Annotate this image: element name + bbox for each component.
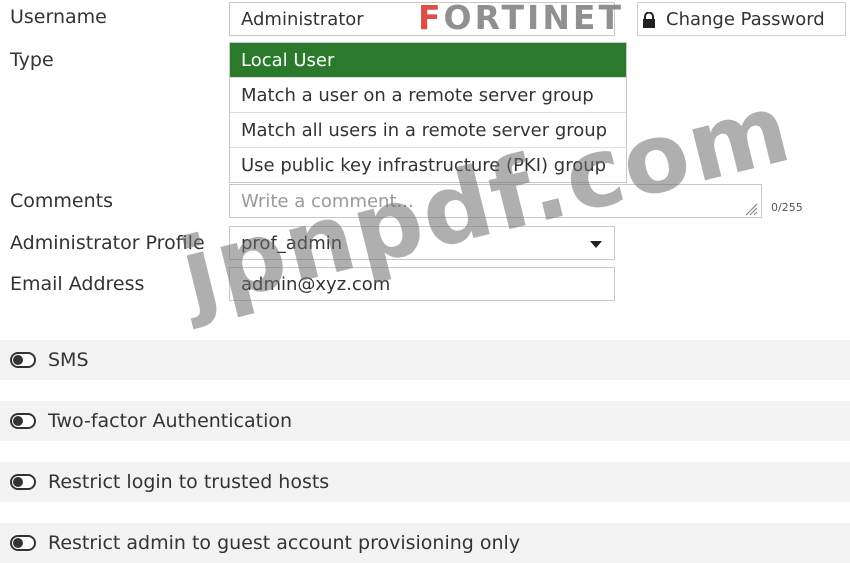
change-password-button[interactable]: Change Password bbox=[637, 2, 846, 36]
resize-grip-icon[interactable] bbox=[744, 200, 758, 216]
lock-icon bbox=[642, 11, 656, 28]
admin-profile-value: prof_admin bbox=[241, 232, 343, 254]
username-label: Username bbox=[10, 6, 107, 28]
sms-toggle[interactable] bbox=[10, 352, 36, 368]
type-label: Type bbox=[10, 49, 54, 71]
two-factor-toggle-label: Two-factor Authentication bbox=[48, 410, 293, 432]
sms-toggle-label: SMS bbox=[48, 349, 89, 371]
comments-label: Comments bbox=[10, 190, 113, 212]
toggle-row-sms: SMS bbox=[0, 340, 850, 380]
toggle-row-two-factor: Two-factor Authentication bbox=[0, 401, 850, 441]
guest-provisioning-toggle-label: Restrict admin to guest account provisio… bbox=[48, 532, 521, 554]
two-factor-toggle[interactable] bbox=[10, 413, 36, 429]
chevron-down-icon bbox=[590, 241, 602, 248]
comment-char-counter: 0/255 bbox=[771, 201, 803, 214]
toggle-knob bbox=[13, 355, 23, 365]
admin-profile-label: Administrator Profile bbox=[10, 232, 205, 254]
change-password-label: Change Password bbox=[666, 8, 825, 30]
admin-profile-select[interactable]: prof_admin bbox=[229, 226, 615, 260]
type-option-remote-group[interactable]: Match all users in a remote server group bbox=[230, 112, 626, 147]
trusted-hosts-toggle[interactable] bbox=[10, 474, 36, 490]
toggle-knob bbox=[13, 416, 23, 426]
comments-textarea[interactable]: Write a comment... bbox=[229, 184, 762, 218]
toggle-knob bbox=[13, 538, 23, 548]
type-option-remote-user[interactable]: Match a user on a remote server group bbox=[230, 77, 626, 112]
toggle-row-guest-provisioning: Restrict admin to guest account provisio… bbox=[0, 523, 850, 563]
type-option-local-user[interactable]: Local User bbox=[230, 43, 626, 77]
toggle-knob bbox=[13, 477, 23, 487]
trusted-hosts-toggle-label: Restrict login to trusted hosts bbox=[48, 471, 330, 493]
type-option-pki[interactable]: Use public key infrastructure (PKI) grou… bbox=[230, 147, 626, 182]
email-label: Email Address bbox=[10, 273, 145, 295]
email-value: admin@xyz.com bbox=[241, 273, 391, 295]
comments-placeholder: Write a comment... bbox=[241, 190, 414, 212]
type-dropdown-list: Local User Match a user on a remote serv… bbox=[229, 42, 627, 183]
guest-provisioning-toggle[interactable] bbox=[10, 535, 36, 551]
toggle-row-trusted-hosts: Restrict login to trusted hosts bbox=[0, 462, 850, 502]
email-field[interactable]: admin@xyz.com bbox=[229, 267, 615, 301]
username-value: Administrator bbox=[241, 8, 364, 30]
